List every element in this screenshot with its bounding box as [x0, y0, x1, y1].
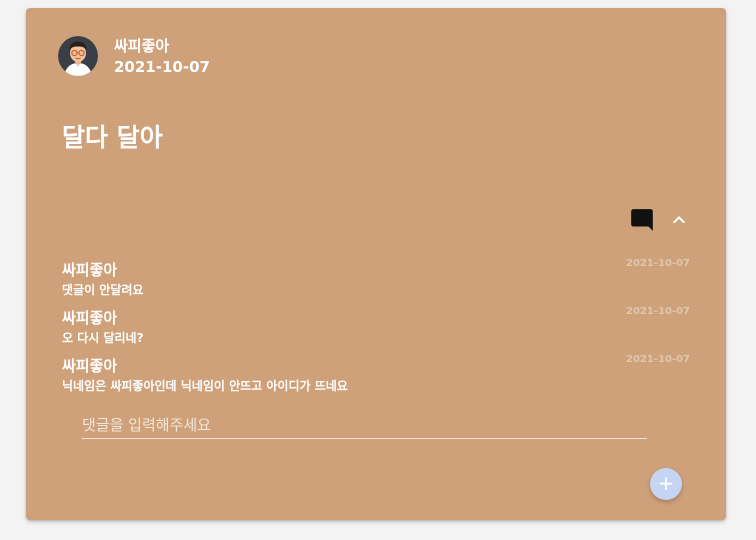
- chevron-up-icon[interactable]: [667, 208, 691, 232]
- post-date: 2021-10-07: [114, 58, 210, 76]
- comment-item: 싸피좋아 2021-10-07 오 다시 달리네?: [62, 306, 690, 352]
- comment-icon[interactable]: [629, 207, 655, 233]
- post-card: 싸피좋아 2021-10-07 달다 달아 싸피좋아 2021-10-07 댓글…: [26, 8, 726, 520]
- comment-date: 2021-10-07: [626, 306, 690, 317]
- avatar: [58, 36, 98, 76]
- comment-date: 2021-10-07: [626, 258, 690, 269]
- comment-text: 닉네임은 싸피좋아인데 닉네임이 안뜨고 아이디가 뜨네요: [62, 379, 348, 393]
- comment-item: 싸피좋아 2021-10-07 댓글이 안달려요: [62, 258, 690, 304]
- comment-text: 댓글이 안달려요: [62, 283, 144, 297]
- comment-date: 2021-10-07: [626, 354, 690, 365]
- comment-item: 싸피좋아 2021-10-07 닉네임은 싸피좋아인데 닉네임이 안뜨고 아이디…: [62, 354, 690, 400]
- post-author: 싸피좋아: [114, 37, 170, 55]
- comment-author: 싸피좋아: [62, 309, 118, 327]
- comment-text: 오 다시 달리네?: [62, 331, 144, 345]
- comment-author: 싸피좋아: [62, 261, 118, 279]
- avatar-icon: [58, 36, 98, 76]
- plus-icon: +: [657, 471, 675, 495]
- add-button[interactable]: +: [650, 468, 682, 500]
- comment-author: 싸피좋아: [62, 357, 118, 375]
- comment-input[interactable]: [82, 412, 647, 439]
- post-title: 달다 달아: [62, 123, 163, 152]
